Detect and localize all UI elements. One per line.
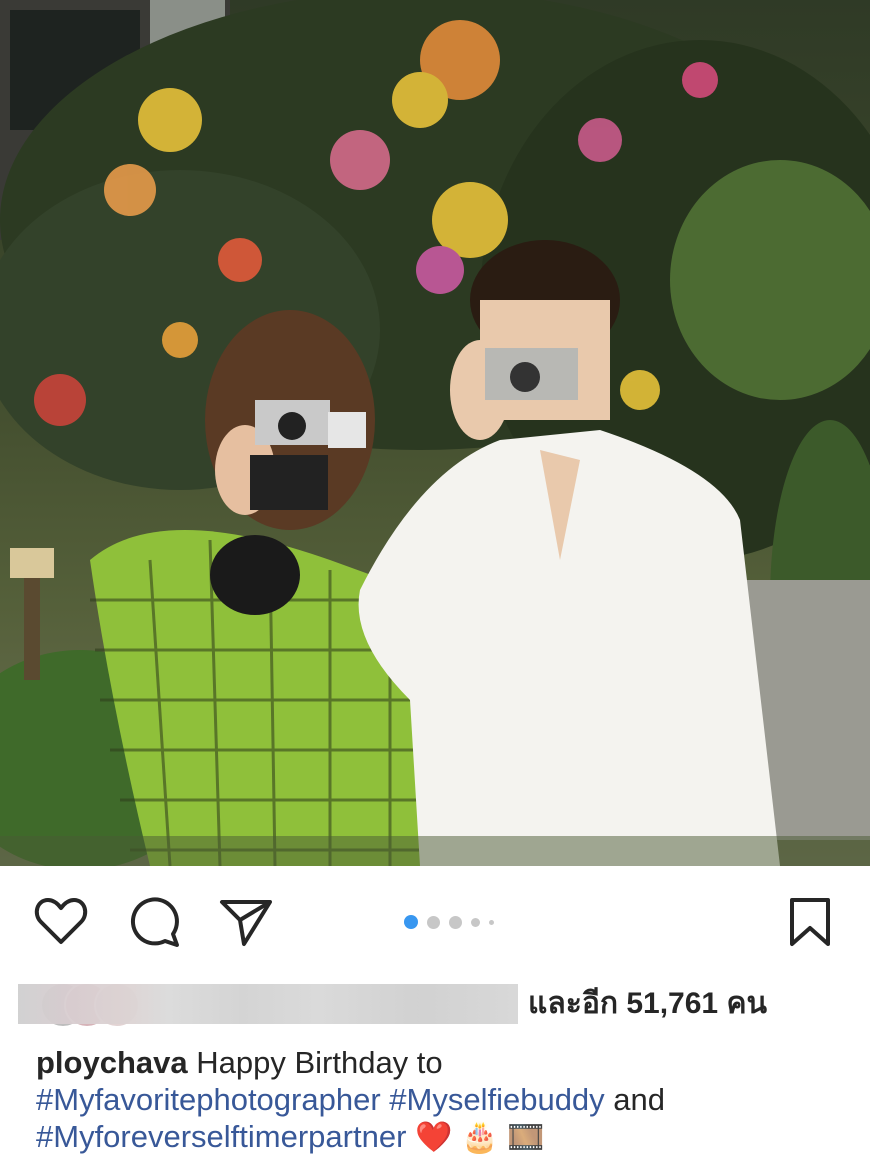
carousel-dot — [427, 915, 440, 929]
hashtag-link[interactable]: #Myforeverselftimerpartner — [36, 1119, 406, 1154]
like-button[interactable] — [34, 896, 88, 946]
caption-and: and — [604, 1082, 666, 1117]
hashtag-link[interactable]: #Myselfiebuddy — [389, 1082, 604, 1117]
liked-by-names-blurred — [18, 984, 518, 1024]
film-frames-emoji-icon: 🎞️ — [507, 1120, 545, 1155]
bookmark-icon — [790, 898, 830, 946]
share-button[interactable] — [218, 896, 274, 948]
carousel-dot — [471, 917, 480, 927]
save-button[interactable] — [788, 896, 832, 948]
caption-text: Happy Birthday to — [187, 1045, 443, 1080]
carousel-dot — [449, 915, 462, 929]
carousel-dot — [489, 919, 494, 925]
post-photo[interactable] — [0, 0, 870, 866]
comment-button[interactable] — [127, 896, 181, 948]
heart-emoji-icon: ❤️ — [415, 1120, 453, 1155]
post-caption: ploychava Happy Birthday to #Myfavoritep… — [36, 1044, 846, 1156]
carousel-indicator — [404, 914, 494, 930]
photo-image — [0, 0, 870, 866]
carousel-dot-active — [404, 915, 418, 929]
likes-row[interactable]: และอีก 51,761 คน — [18, 980, 858, 1028]
send-icon — [220, 900, 272, 946]
hashtag-link[interactable]: #Myfavoritephotographer — [36, 1082, 381, 1117]
likes-count[interactable]: และอีก 51,761 คน — [528, 982, 767, 1026]
heart-icon — [34, 898, 88, 944]
comment-icon — [130, 897, 179, 947]
caption-username[interactable]: ploychava — [36, 1045, 188, 1080]
cake-emoji-icon: 🎂 — [461, 1120, 499, 1155]
